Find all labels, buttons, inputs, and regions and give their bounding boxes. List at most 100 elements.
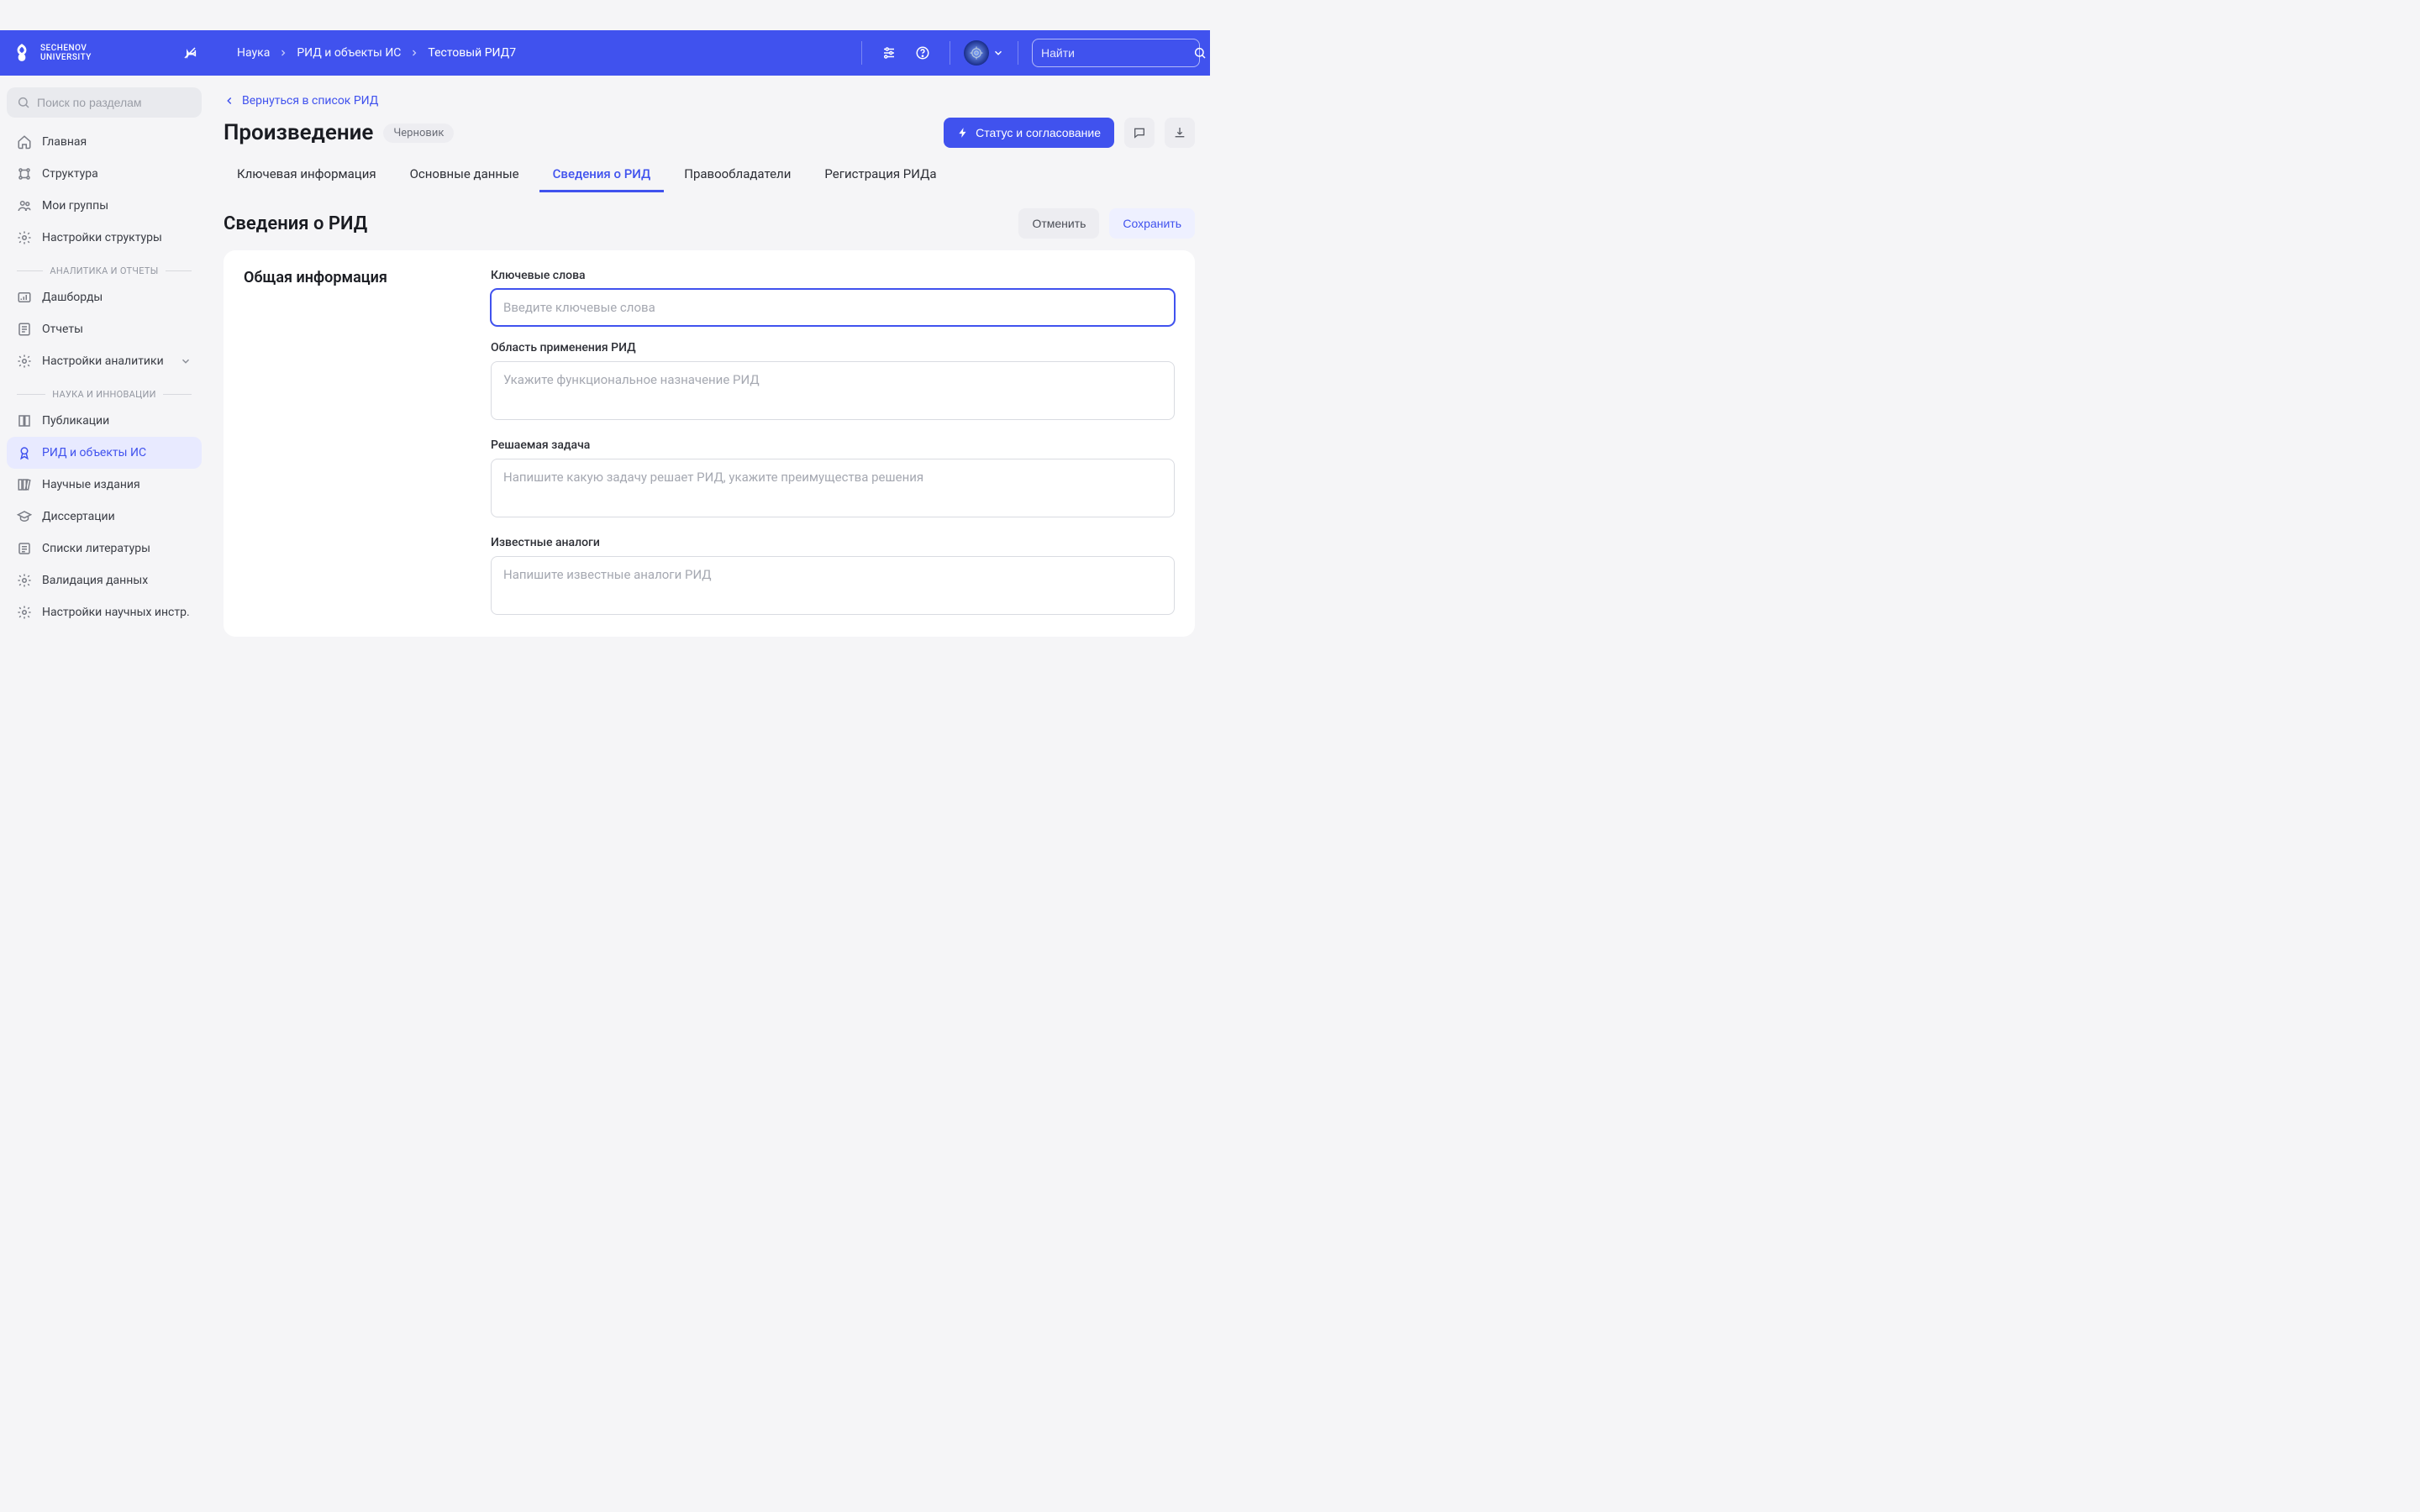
sidebar-item-journals[interactable]: Научные издания xyxy=(7,469,202,501)
sidebar-item-structure[interactable]: Структура xyxy=(7,158,202,190)
sidebar-item-science-settings[interactable]: Настройки научных инстр. xyxy=(7,596,202,628)
header-right xyxy=(855,39,1200,67)
sidebar-item-validation[interactable]: Валидация данных xyxy=(7,564,202,596)
sidebar-item-bibliography[interactable]: Списки литературы xyxy=(7,533,202,564)
dashboard-icon xyxy=(17,290,32,305)
gear-icon xyxy=(17,230,32,245)
scope-textarea[interactable] xyxy=(491,361,1175,420)
section-header: Сведения о РИД Отменить Сохранить xyxy=(224,208,1210,239)
sidebar-item-publications[interactable]: Публикации xyxy=(7,405,202,437)
title-row: Произведение Черновик Статус и согласова… xyxy=(224,118,1210,148)
search-icon xyxy=(1193,46,1207,60)
chevron-right-icon xyxy=(278,48,288,58)
logo[interactable]: SECHENOV UNIVERSITY xyxy=(10,41,161,65)
tab-key-info[interactable]: Ключевая информация xyxy=(224,158,390,192)
sidebar-search[interactable] xyxy=(7,87,202,118)
form-section-title: Общая информация xyxy=(244,269,471,286)
books-icon xyxy=(17,477,32,492)
gear-icon xyxy=(17,354,32,369)
status-approval-button[interactable]: Статус и согласование xyxy=(944,118,1114,148)
sidebar-item-label: Настройки научных инстр. xyxy=(42,606,190,619)
pin-button[interactable] xyxy=(176,39,203,66)
field-label: Решаемая задача xyxy=(491,438,1175,452)
sidebar-item-label: Структура xyxy=(42,167,98,181)
chevron-down-icon xyxy=(992,47,1004,59)
cancel-button[interactable]: Отменить xyxy=(1018,208,1099,239)
sidebar-item-rid[interactable]: РИД и объекты ИС xyxy=(7,437,202,469)
sidebar-item-my-groups[interactable]: Мои группы xyxy=(7,190,202,222)
logo-icon xyxy=(10,41,34,65)
search-icon xyxy=(17,96,30,109)
sidebar-item-analytics-settings[interactable]: Настройки аналитики xyxy=(7,345,202,377)
tab-rid-details[interactable]: Сведения о РИД xyxy=(539,158,665,192)
users-icon xyxy=(17,198,32,213)
button-label: Статус и согласование xyxy=(976,126,1101,139)
book-icon xyxy=(17,413,32,428)
sidebar-item-label: Публикации xyxy=(42,414,109,428)
comments-button[interactable] xyxy=(1124,118,1155,148)
gear-icon xyxy=(17,605,32,620)
analogs-textarea[interactable] xyxy=(491,556,1175,615)
sidebar-item-dashboards[interactable]: Дашборды xyxy=(7,281,202,313)
sidebar: Главная Структура Мои группы Настройки с… xyxy=(0,76,208,756)
chevron-left-icon xyxy=(224,95,235,107)
field-task: Решаемая задача xyxy=(491,438,1175,521)
award-icon xyxy=(17,445,32,460)
keywords-input[interactable] xyxy=(491,289,1175,326)
back-link[interactable]: Вернуться в список РИД xyxy=(224,91,1210,118)
tab-main-data[interactable]: Основные данные xyxy=(397,158,533,192)
field-scope: Область применения РИД xyxy=(491,341,1175,423)
main-content: Вернуться в список РИД Произведение Черн… xyxy=(208,76,1210,756)
sidebar-item-label: Настройки аналитики xyxy=(42,354,164,368)
form-section-side: Общая информация xyxy=(244,269,471,618)
back-link-label: Вернуться в список РИД xyxy=(242,94,378,108)
sidebar-item-label: Научные издания xyxy=(42,478,140,491)
settings-sliders-icon[interactable] xyxy=(876,39,902,66)
field-label: Ключевые слова xyxy=(491,269,1175,282)
sidebar-item-label: Отчеты xyxy=(42,323,83,336)
sidebar-item-dissertations[interactable]: Диссертации xyxy=(7,501,202,533)
download-button[interactable] xyxy=(1165,118,1195,148)
sidebar-item-label: РИД и объекты ИС xyxy=(42,446,146,459)
global-search-input[interactable] xyxy=(1041,46,1193,60)
sidebar-item-label: Валидация данных xyxy=(42,574,148,587)
field-analogs: Известные аналоги xyxy=(491,536,1175,618)
lightning-icon xyxy=(957,127,969,139)
sidebar-item-home[interactable]: Главная xyxy=(7,126,202,158)
chevron-right-icon xyxy=(409,48,419,58)
download-icon xyxy=(1173,126,1186,139)
breadcrumb: Наука РИД и объекты ИС Тестовый РИД7 xyxy=(237,46,516,60)
sidebar-item-label: Настройки структуры xyxy=(42,231,162,244)
field-keywords: Ключевые слова xyxy=(491,269,1175,326)
global-search[interactable] xyxy=(1032,39,1200,67)
sidebar-item-reports[interactable]: Отчеты xyxy=(7,313,202,345)
field-label: Область применения РИД xyxy=(491,341,1175,354)
tab-rights-holders[interactable]: Правообладатели xyxy=(671,158,804,192)
save-button[interactable]: Сохранить xyxy=(1109,208,1195,239)
comment-icon xyxy=(1133,126,1146,139)
breadcrumb-item-2: Тестовый РИД7 xyxy=(428,46,516,60)
task-textarea[interactable] xyxy=(491,459,1175,517)
sidebar-item-structure-settings[interactable]: Настройки структуры xyxy=(7,222,202,254)
sidebar-group-analytics: АНАЛИТИКА И ОТЧЕТЫ xyxy=(7,254,202,281)
help-icon[interactable] xyxy=(909,39,936,66)
user-menu[interactable] xyxy=(964,40,1004,66)
tab-registration[interactable]: Регистрация РИДа xyxy=(811,158,950,192)
list-icon xyxy=(17,541,32,556)
field-label: Известные аналоги xyxy=(491,536,1175,549)
page-title: Произведение xyxy=(224,120,373,145)
home-icon xyxy=(17,134,32,150)
avatar-icon xyxy=(964,40,989,66)
sitemap-icon xyxy=(17,166,32,181)
sidebar-search-input[interactable] xyxy=(37,96,192,109)
app-header: SECHENOV UNIVERSITY Наука РИД и объекты … xyxy=(0,30,1210,76)
graduation-icon xyxy=(17,509,32,524)
gear-icon xyxy=(17,573,32,588)
section-title: Сведения о РИД xyxy=(224,213,367,234)
sidebar-group-science: НАУКА И ИННОВАЦИИ xyxy=(7,377,202,405)
breadcrumb-item-0[interactable]: Наука xyxy=(237,46,270,60)
chevron-down-icon xyxy=(180,355,192,367)
status-badge: Черновик xyxy=(383,123,454,143)
breadcrumb-item-1[interactable]: РИД и объекты ИС xyxy=(297,46,401,60)
tabs: Ключевая информация Основные данные Свед… xyxy=(224,158,1210,193)
